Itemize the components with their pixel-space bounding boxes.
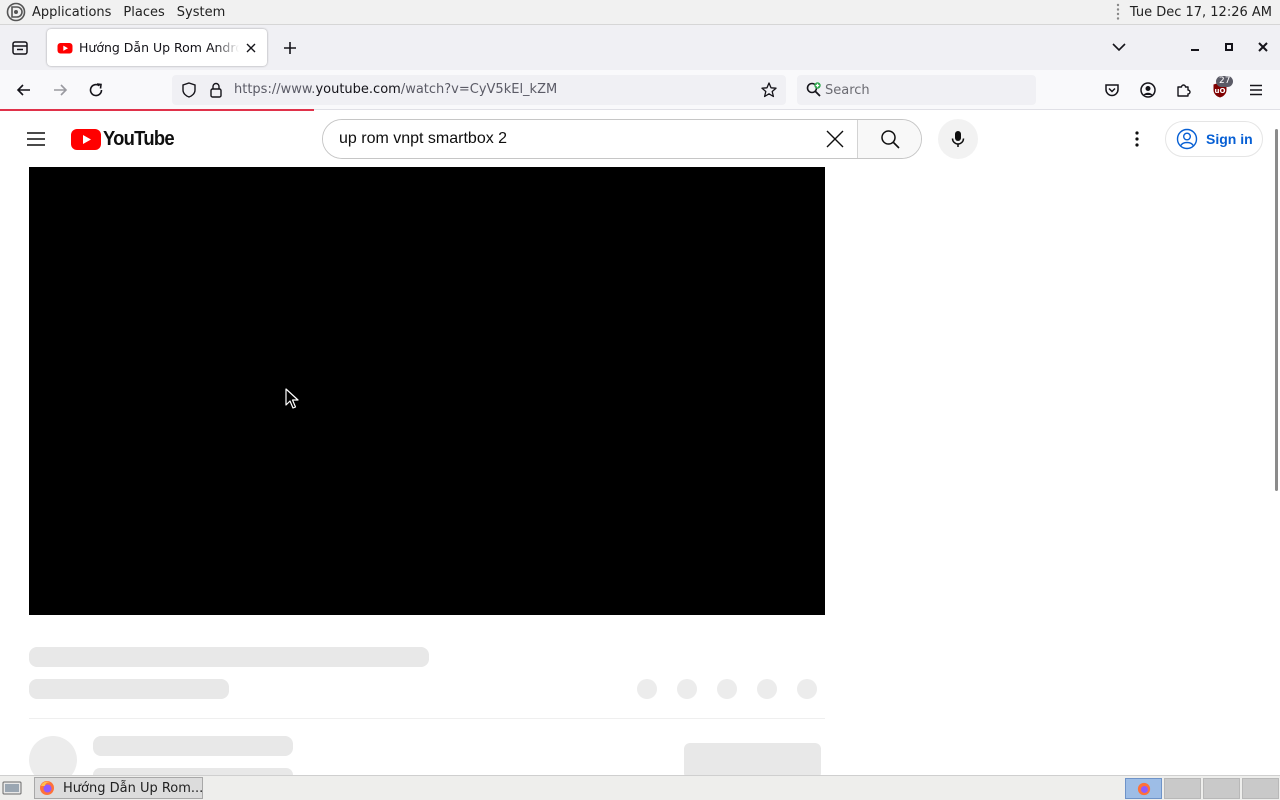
tab-bar: Hướng Dẫn Up Rom Android bbox=[0, 25, 1280, 70]
lock-icon[interactable] bbox=[208, 81, 224, 99]
hamburger-menu-icon bbox=[1250, 84, 1262, 96]
youtube-favicon-icon bbox=[57, 42, 73, 53]
panel-handle-icon bbox=[1116, 3, 1120, 20]
firefox-view-icon bbox=[12, 40, 28, 55]
page-scrollbar[interactable] bbox=[1273, 111, 1280, 775]
back-button[interactable] bbox=[12, 78, 36, 102]
workspace-2[interactable] bbox=[1164, 778, 1201, 799]
scrollbar-thumb[interactable] bbox=[1275, 129, 1278, 491]
divider bbox=[29, 718, 825, 719]
places-menu[interactable]: Places bbox=[123, 5, 164, 20]
workspace-1[interactable] bbox=[1125, 778, 1162, 799]
workspace-3[interactable] bbox=[1203, 778, 1240, 799]
system-menu[interactable]: System bbox=[177, 5, 225, 20]
puzzle-piece-icon bbox=[1177, 84, 1191, 97]
youtube-play-logo-icon bbox=[71, 129, 101, 150]
subscribe-skeleton bbox=[684, 743, 821, 779]
action-skeleton bbox=[797, 679, 817, 699]
system-bottom-panel: Hướng Dẫn Up Rom... bbox=[0, 775, 1280, 800]
title-skeleton bbox=[29, 647, 429, 667]
voice-search-button[interactable] bbox=[938, 119, 978, 159]
search-engine-icon[interactable] bbox=[805, 81, 823, 99]
guide-menu-icon[interactable] bbox=[24, 127, 48, 151]
url-bar[interactable]: https://www.youtube.com/watch?v=CyV5kEl_… bbox=[172, 75, 786, 105]
reload-icon bbox=[89, 83, 103, 97]
youtube-search-box bbox=[322, 119, 922, 159]
url-host: youtube.com bbox=[315, 82, 401, 97]
arrow-left-icon bbox=[16, 84, 30, 96]
channel-name-skeleton bbox=[93, 736, 293, 756]
youtube-masthead: YouTube Sign bbox=[0, 111, 1273, 167]
action-skeleton bbox=[637, 679, 657, 699]
mouse-pointer-icon bbox=[285, 388, 299, 409]
tracking-protection-shield-icon[interactable] bbox=[180, 81, 198, 99]
applications-menu[interactable]: Applications bbox=[32, 5, 111, 20]
system-top-panel: Applications Places System Tue Dec 17, 1… bbox=[0, 0, 1280, 25]
user-circle-icon bbox=[1176, 128, 1198, 150]
account-icon bbox=[1140, 82, 1156, 98]
distro-logo-icon[interactable] bbox=[6, 2, 26, 22]
blocked-count-badge: 27 bbox=[1216, 76, 1234, 87]
svg-text:uO: uO bbox=[1215, 87, 1226, 95]
maximize-window-icon[interactable] bbox=[1220, 38, 1238, 56]
bookmark-star-icon[interactable] bbox=[760, 81, 778, 99]
action-skeleton bbox=[717, 679, 737, 699]
youtube-search-button[interactable] bbox=[857, 120, 921, 158]
tab-title: Hướng Dẫn Up Rom Android bbox=[79, 40, 239, 55]
youtube-wordmark: YouTube bbox=[103, 128, 175, 150]
pocket-icon bbox=[1105, 84, 1119, 97]
action-skeleton bbox=[757, 679, 777, 699]
web-search-input[interactable] bbox=[825, 80, 1025, 100]
close-tab-icon[interactable] bbox=[243, 40, 259, 56]
extensions-button[interactable] bbox=[1172, 78, 1196, 102]
sign-in-label: Sign in bbox=[1206, 131, 1253, 147]
account-button[interactable] bbox=[1136, 78, 1160, 102]
more-vertical-icon bbox=[1135, 131, 1139, 147]
close-window-icon[interactable] bbox=[1254, 38, 1272, 56]
web-search-bar[interactable] bbox=[797, 75, 1036, 105]
youtube-search-input[interactable] bbox=[323, 120, 813, 158]
url-path: /watch?v=CyV5kEl_kZM bbox=[400, 82, 558, 97]
app-menu-button[interactable] bbox=[1244, 78, 1268, 102]
info-skeleton bbox=[29, 679, 229, 699]
sign-in-button[interactable]: Sign in bbox=[1165, 121, 1263, 157]
clock[interactable]: Tue Dec 17, 12:26 AM bbox=[1130, 5, 1272, 20]
firefox-icon bbox=[40, 781, 54, 795]
firefox-view-button[interactable] bbox=[0, 25, 40, 70]
microphone-icon bbox=[951, 131, 965, 147]
video-player[interactable] bbox=[29, 167, 825, 615]
new-tab-icon[interactable] bbox=[280, 38, 300, 58]
minimize-window-icon[interactable] bbox=[1186, 38, 1204, 56]
firefox-icon bbox=[1137, 782, 1150, 795]
search-icon bbox=[880, 130, 900, 149]
browser-tab[interactable]: Hướng Dẫn Up Rom Android bbox=[47, 29, 267, 66]
taskbar-window-title: Hướng Dẫn Up Rom... bbox=[63, 780, 203, 796]
arrow-right-icon bbox=[54, 84, 68, 96]
action-skeleton bbox=[677, 679, 697, 699]
system-menu-bar: Applications Places System bbox=[0, 0, 237, 25]
chevron-down-icon[interactable] bbox=[1109, 37, 1129, 57]
clear-search-button[interactable] bbox=[813, 120, 857, 158]
pocket-button[interactable] bbox=[1100, 78, 1124, 102]
forward-button[interactable] bbox=[48, 78, 72, 102]
youtube-logo[interactable]: YouTube bbox=[71, 128, 180, 151]
close-icon bbox=[826, 130, 844, 148]
taskbar-window-button[interactable]: Hướng Dẫn Up Rom... bbox=[34, 777, 203, 799]
show-desktop-icon[interactable] bbox=[2, 780, 22, 796]
navigation-toolbar: https://www.youtube.com/watch?v=CyV5kEl_… bbox=[0, 70, 1280, 110]
url-prefix: https://www. bbox=[234, 82, 316, 97]
settings-more-button[interactable] bbox=[1125, 127, 1149, 151]
workspace-4[interactable] bbox=[1242, 778, 1279, 799]
reload-button[interactable] bbox=[84, 78, 108, 102]
url-text[interactable]: https://www.youtube.com/watch?v=CyV5kEl_… bbox=[234, 82, 557, 97]
